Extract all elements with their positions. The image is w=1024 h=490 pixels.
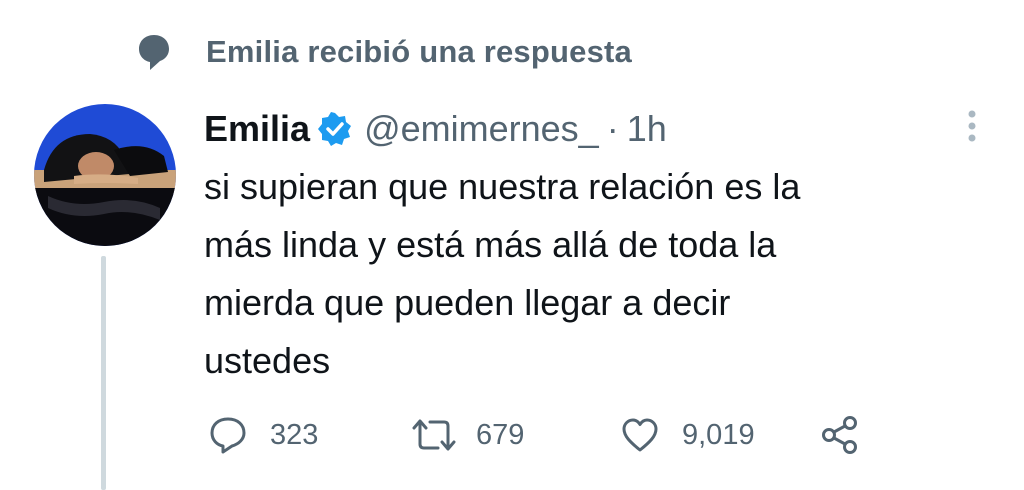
social-context-text: Emilia recibió una respuesta (206, 34, 632, 69)
reply-count: 323 (270, 418, 319, 451)
share-icon (820, 415, 860, 455)
speech-bubble-icon (136, 32, 172, 72)
thread-line (101, 256, 106, 490)
reply-icon (208, 416, 248, 454)
separator-dot: · (606, 108, 619, 149)
heart-icon (620, 416, 660, 454)
user-handle[interactable]: @emimernes_ (364, 108, 599, 150)
tweet-text: si supieran que nuestra relación es la m… (204, 166, 801, 381)
like-count: 9,019 (682, 418, 755, 451)
verified-badge-icon (318, 112, 352, 146)
reply-button[interactable]: 323 (208, 410, 318, 460)
retweet-button[interactable]: 679 (410, 410, 524, 460)
retweet-count: 679 (476, 418, 525, 451)
share-button[interactable] (820, 410, 860, 460)
avatar[interactable] (34, 104, 176, 246)
retweet-icon (410, 416, 458, 454)
display-name[interactable]: Emilia (204, 108, 310, 150)
social-context[interactable]: Emilia recibió una respuesta (136, 30, 632, 74)
tweet-header: Emilia @emimernes_ · 1h (204, 104, 667, 154)
more-vertical-icon[interactable] (952, 104, 992, 148)
tweet-actions: 323 679 9,019 (208, 410, 888, 460)
like-button[interactable]: 9,019 (620, 410, 755, 460)
timestamp[interactable]: 1h (627, 108, 667, 150)
